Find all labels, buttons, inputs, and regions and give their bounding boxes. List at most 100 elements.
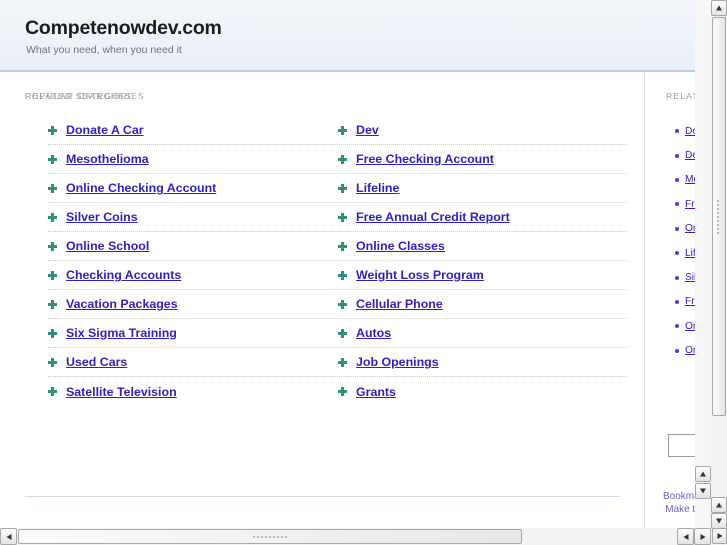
related-search-link[interactable]: Dev [356,123,379,137]
related-search-cell: Online School [48,239,338,253]
plus-marker-icon [48,387,57,396]
scroll-thumb-grip [716,199,722,235]
bullet-icon [675,129,679,134]
related-search-row: Silver Coins Free Annual Credit Report [48,203,628,232]
related-search-cell: Vacation Packages [48,297,338,311]
plus-marker-icon [48,154,57,164]
related-search-cell: Silver Coins [48,210,338,224]
related-search-cell: Lifeline [338,181,628,195]
related-search-link[interactable]: Checking Accounts [66,268,181,282]
chevron-right-icon [700,533,705,540]
chevron-down-icon [716,518,722,524]
related-search-link[interactable]: Online School [66,239,149,253]
inner-scroll-down-button[interactable] [695,483,711,499]
related-search-row: Checking Accounts Weight Loss Program [48,261,628,290]
scroll-left-button-secondary[interactable] [677,528,694,545]
plus-marker-icon [338,154,347,164]
plus-marker-icon [338,212,347,222]
horizontal-scrollbar[interactable] [0,528,711,545]
related-search-link[interactable]: Vacation Packages [66,297,178,311]
plus-marker-icon [48,299,57,309]
plus-marker-icon [48,357,57,367]
related-search-link[interactable]: Cellular Phone [356,297,443,311]
bullet-icon [675,153,679,158]
related-search-link[interactable]: Six Sigma Training [66,326,177,340]
plus-marker-icon [338,387,347,396]
related-search-link[interactable]: Grants [356,385,396,399]
related-search-link[interactable]: Mesothelioma [66,152,149,166]
related-search-cell: Checking Accounts [48,268,338,282]
chevron-down-icon [700,488,706,494]
plus-marker-icon [48,328,57,338]
site-tagline: What you need, when you need it [26,44,182,56]
related-search-link[interactable]: Satellite Television [66,385,177,399]
plus-marker-icon [48,241,57,251]
related-search-link[interactable]: Free Annual Credit Report [356,210,510,224]
related-search-cell: Six Sigma Training [48,326,338,340]
related-search-cell: Free Annual Credit Report [338,210,628,224]
related-search-link[interactable]: Autos [356,326,391,340]
related-search-link[interactable]: Used Cars [66,355,127,369]
related-search-cell: Autos [338,326,628,340]
related-search-cell: Satellite Television [48,385,338,399]
related-search-link[interactable]: Online Checking Account [66,181,216,195]
categories-divider [25,496,620,497]
related-search-cell: Grants [338,385,628,399]
outer-scroll-right-button[interactable] [712,528,727,544]
plus-marker-icon [338,183,347,193]
related-search-row: Mesothelioma Free Checking Account [48,145,628,174]
plus-marker-icon [338,328,347,338]
bullet-icon [675,177,679,182]
related-search-link[interactable]: Silver Coins [66,210,138,224]
chevron-up-icon [716,502,722,508]
related-search-cell: Online Classes [338,239,628,253]
scroll-up-button[interactable] [711,0,727,16]
bullet-icon [675,348,679,353]
chevron-up-icon [716,5,722,11]
related-search-link[interactable]: Weight Loss Program [356,268,484,282]
related-search-row: Donate A Car Dev [48,116,628,145]
related-search-link[interactable]: Donate A Car [66,123,144,137]
scroll-down-button[interactable] [711,513,727,529]
horizontal-scroll-thumb[interactable] [18,529,522,544]
bullet-icon [675,324,679,329]
plus-marker-icon [338,357,347,367]
plus-marker-icon [48,125,57,135]
related-search-cell: Free Checking Account [338,152,628,166]
related-search-link[interactable]: Free Checking Account [356,152,494,166]
related-search-cell: Online Checking Account [48,181,338,195]
plus-marker-icon [48,183,57,193]
outer-vertical-scrollbar[interactable] [711,0,727,545]
related-searches-list: Donate A Car Dev Mesothelioma Free Checking… [48,116,628,406]
scroll-left-button[interactable] [0,528,17,545]
bullet-icon [675,202,679,207]
related-search-row: Online Checking Account Lifeline [48,174,628,203]
chevron-left-icon [6,533,11,540]
related-search-cell: Cellular Phone [338,297,628,311]
related-search-link[interactable]: Job Openings [356,355,439,369]
chevron-up-icon [700,471,706,477]
site-title: Competenowdev.com [25,17,222,39]
inner-scroll-up-button[interactable] [695,466,711,482]
related-search-link[interactable]: Lifeline [356,181,399,195]
plus-marker-icon [48,270,57,280]
related-search-row: Six Sigma Training Autos [48,319,628,348]
browser-viewport: Competenowdev.com What you need, when yo… [0,0,727,545]
related-search-cell: Weight Loss Program [338,268,628,282]
chevron-left-icon [683,533,688,540]
scroll-thumb-grip [252,535,288,539]
related-search-row: Satellite Television Grants [48,377,628,406]
popular-categories-label: POPULAR CATEGORIES [25,91,145,101]
bullet-icon [675,275,679,280]
plus-marker-icon [338,270,347,280]
bullet-icon [675,251,679,256]
related-search-cell: Mesothelioma [48,152,338,166]
bullet-icon [675,299,679,304]
inner-vertical-scrollbar[interactable] [695,0,711,528]
scroll-down-button-upper[interactable] [711,497,727,513]
related-search-link[interactable]: Online Classes [356,239,445,253]
scroll-right-button[interactable] [694,528,711,545]
content-area: RELATED SEARCHES Donate A Car Dev Mesothel… [0,72,711,528]
plus-marker-icon [338,241,347,251]
vertical-scroll-thumb[interactable] [712,17,726,416]
